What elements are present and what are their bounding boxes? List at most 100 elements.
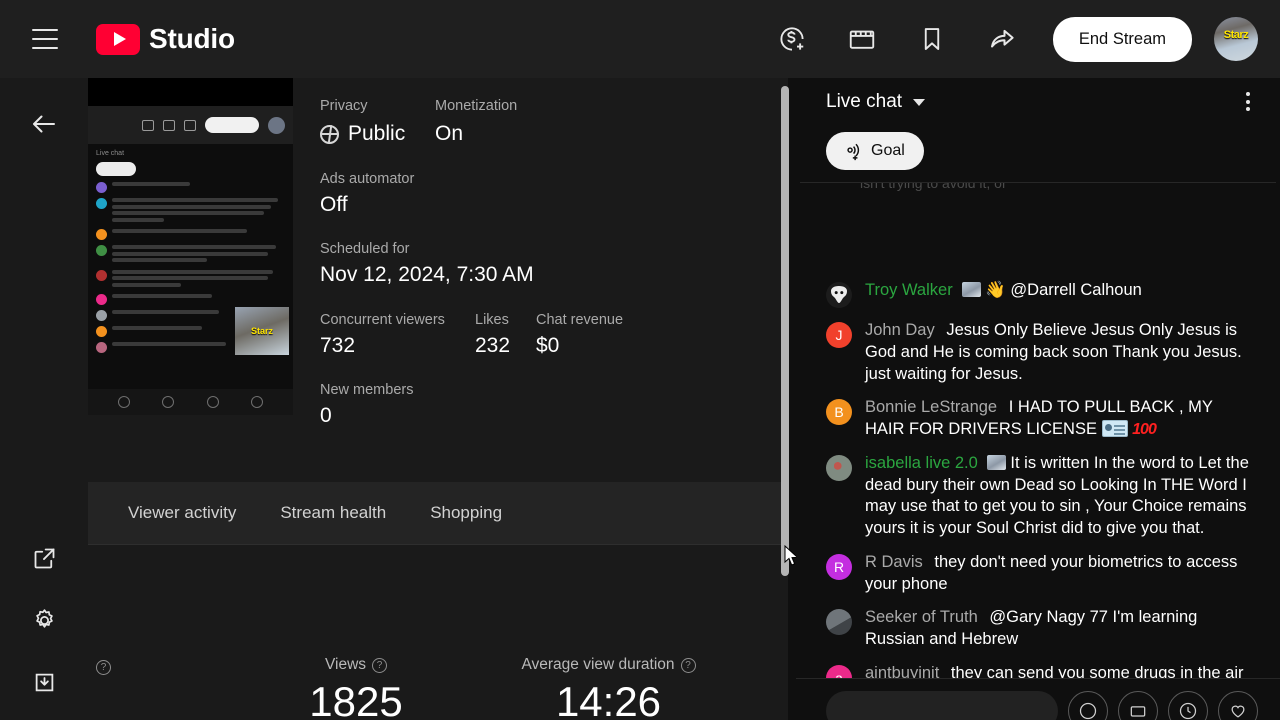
live-chat-title: Live chat [826, 91, 903, 112]
tab-viewer-activity[interactable]: Viewer activity [106, 482, 258, 544]
chat-author[interactable]: R Davis [865, 553, 923, 571]
member-badge-icon [961, 282, 981, 297]
views-value: 1825 [309, 678, 403, 720]
preview-icon [142, 119, 154, 131]
super-chat-button[interactable] [1118, 691, 1158, 720]
chat-avatar [826, 282, 852, 308]
ads-automator-label: Ads automator [320, 171, 415, 187]
chat-message[interactable]: isabella live 2.0 It is written In the w… [796, 447, 1280, 546]
chat-revenue-label: Chat revenue [536, 312, 624, 328]
emoji-button[interactable] [1068, 691, 1108, 720]
stream-preview-thumbnail[interactable]: Live chat Starz [88, 78, 293, 415]
views-label-row: Views? [256, 656, 456, 674]
goal-button-label: Goal [871, 142, 905, 159]
chat-message[interactable]: R R Davis they don't need your biometric… [796, 546, 1280, 602]
id-card-emoji [1101, 420, 1128, 438]
chat-message-body: Troy Walker 👋 @Darrell Calhoun [865, 280, 1142, 302]
chat-message[interactable]: B Bonnie LeStrange I HAD TO PULL BACK , … [796, 391, 1280, 447]
preview-chat-title: Live chat [96, 150, 125, 157]
hamburger-menu-icon[interactable] [32, 29, 58, 49]
left-rail-bottom-actions [20, 534, 68, 720]
monetization-icon[interactable] [768, 15, 816, 63]
analytics-panel: ? Views? 1825 Average view duration? 14:… [88, 545, 788, 720]
scheduled-value: Nov 12, 2024, 7:30 AM [320, 263, 534, 286]
open-in-new-icon[interactable] [20, 534, 68, 582]
main-content: Live chat Starz Privacy Monetization Pub… [88, 78, 788, 720]
chat-author[interactable]: Bonnie LeStrange [865, 398, 997, 416]
gear-icon[interactable] [20, 596, 68, 644]
chat-message[interactable]: a aintbuyinit they can send you some dru… [796, 657, 1280, 678]
monetization-value: On [435, 122, 464, 145]
live-chat-panel: Live chat Goal isn't trying to avoid it,… [796, 78, 1280, 720]
preview-inner-avatar-label: Starz [250, 326, 273, 336]
avatar[interactable]: Starz [1214, 17, 1258, 61]
super-sticker-button[interactable] [1218, 691, 1258, 720]
chat-avatar [826, 609, 852, 636]
chat-message-body: isabella live 2.0 It is written In the w… [865, 453, 1256, 540]
chat-avatar-initial: R [833, 558, 845, 575]
chat-text: they can send you some drugs in the air [950, 663, 1244, 678]
analytics-tabbar: Viewer activity Stream health Shopping [88, 482, 788, 544]
hundred-points-emoji: 100 [1132, 421, 1157, 439]
chat-author[interactable]: Troy Walker [865, 281, 953, 299]
avd-label-row: Average view duration? [476, 656, 741, 674]
chat-message-body: Bonnie LeStrange I HAD TO PULL BACK , MY… [865, 397, 1256, 441]
chat-message[interactable]: J John Day Jesus Only Believe Jesus Only… [796, 314, 1280, 391]
back-arrow-icon[interactable] [20, 100, 68, 148]
left-rail [0, 78, 88, 720]
goal-row: Goal [796, 126, 1280, 182]
chat-more-options-icon[interactable] [1246, 92, 1250, 111]
likes-label: Likes [475, 312, 509, 328]
chat-author[interactable]: isabella live 2.0 [865, 454, 978, 472]
tab-stream-health[interactable]: Stream health [258, 482, 408, 544]
avatar-label: Starz [1223, 29, 1249, 41]
globe-icon [320, 124, 339, 144]
studio-logo[interactable]: Studio [96, 23, 235, 55]
timestamp-button[interactable] [1168, 691, 1208, 720]
chat-author[interactable]: Seeker of Truth [865, 608, 978, 626]
preview-icon [184, 119, 196, 131]
chat-message[interactable]: Seeker of Truth @Gary Nagy 77 I'm learni… [796, 601, 1280, 657]
bookmark-icon[interactable] [908, 15, 956, 63]
preview-chat-input-row [88, 389, 293, 415]
help-icon[interactable]: ? [96, 660, 111, 675]
ads-automator-value: Off [320, 193, 348, 216]
privacy-value: Public [348, 122, 406, 145]
tab-shopping[interactable]: Shopping [408, 482, 524, 544]
chat-author[interactable]: John Day [865, 321, 935, 339]
chat-avatar: a [826, 664, 852, 678]
youtube-play-icon [96, 23, 140, 55]
preview-goal-pill [96, 162, 136, 176]
chat-message-list[interactable]: Troy Walker 👋 @Darrell Calhoun J John Da… [796, 268, 1280, 678]
new-members-value: 0 [320, 404, 332, 427]
privacy-label: Privacy [320, 98, 368, 114]
chat-message-input[interactable] [826, 691, 1058, 720]
share-icon[interactable] [978, 15, 1026, 63]
clapper-icon[interactable] [838, 15, 886, 63]
clipped-message-row: isn't trying to avoid it, or [796, 183, 1280, 193]
chevron-down-icon[interactable] [913, 98, 926, 106]
create-goal-button[interactable]: Goal [826, 132, 924, 170]
content-scrollbar[interactable] [780, 86, 790, 666]
avd-help-icon[interactable]: ? [680, 658, 696, 673]
youtube-studio-live-dashboard: Studio End Stream Starz Live chat Starz … [0, 0, 1280, 720]
mask-avatar-icon [831, 286, 847, 303]
scheduled-label: Scheduled for [320, 241, 410, 257]
chat-message-body: R Davis they don't need your biometrics … [865, 552, 1256, 596]
chat-avatar: R [826, 553, 852, 580]
chat-input-footer [796, 678, 1280, 720]
views-help-icon[interactable]: ? [372, 658, 388, 673]
chat-message[interactable]: Troy Walker 👋 @Darrell Calhoun [796, 274, 1280, 314]
concurrent-viewers-label: Concurrent viewers [320, 312, 445, 328]
chat-avatar-initial: J [835, 327, 843, 343]
chat-author[interactable]: aintbuyinit [865, 664, 939, 678]
average-view-duration-value: 14:26 [555, 678, 662, 720]
chat-avatar-initial: B [834, 404, 844, 421]
top-bar-actions: End Stream Starz [757, 0, 1262, 78]
preview-inner-avatar: Starz [235, 307, 289, 355]
preview-topbar [88, 106, 293, 144]
download-icon[interactable] [20, 658, 68, 706]
end-stream-button[interactable]: End Stream [1052, 16, 1192, 62]
chat-message-body: John Day Jesus Only Believe Jesus Only J… [865, 320, 1256, 385]
scrollbar-thumb[interactable] [781, 86, 789, 576]
